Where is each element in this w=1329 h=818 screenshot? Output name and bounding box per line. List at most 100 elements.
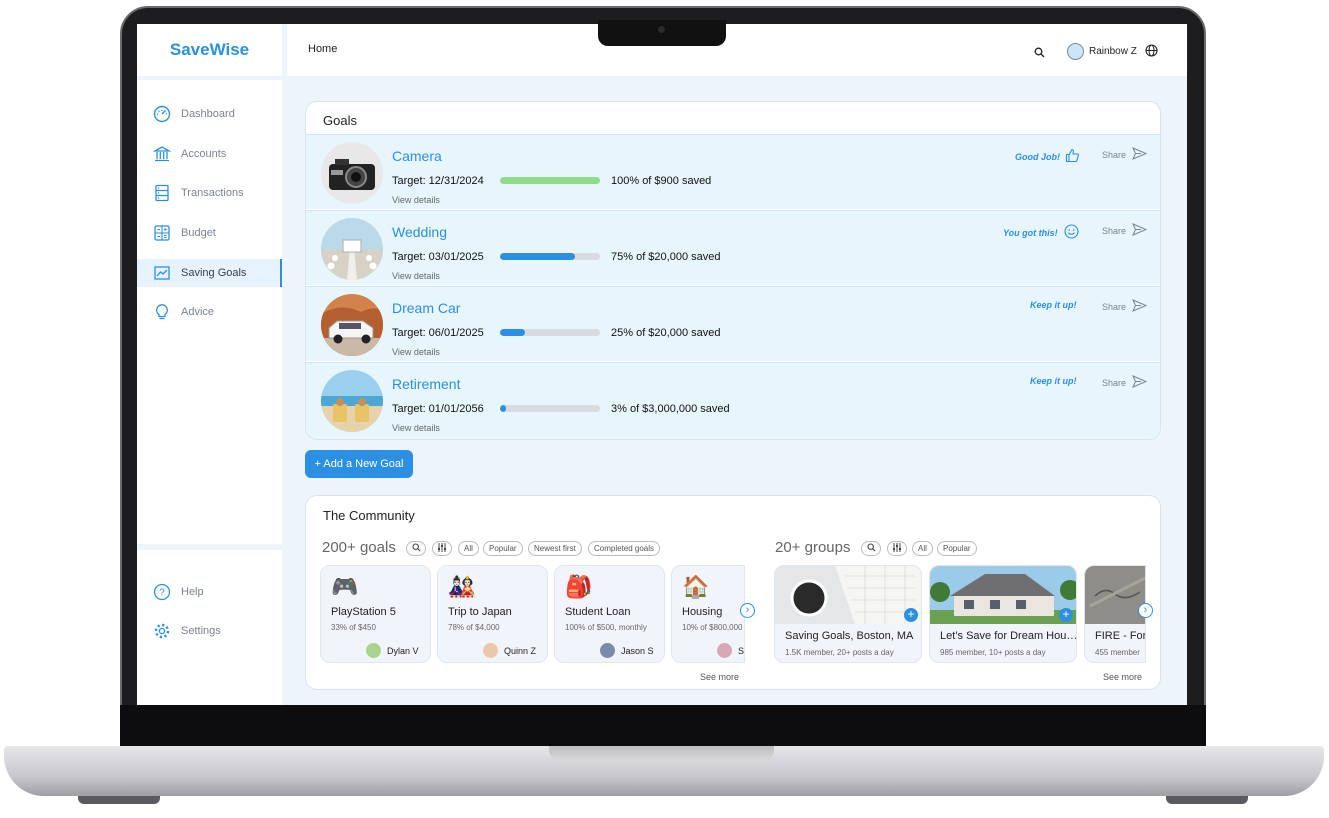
- card-user[interactable]: Jason S: [600, 643, 654, 658]
- globe-icon[interactable]: [1145, 44, 1158, 62]
- groups-chip-all[interactable]: All: [912, 541, 933, 556]
- search-icon: [866, 543, 876, 554]
- goal-cheer: Good Job!: [1015, 148, 1080, 165]
- send-icon: [1132, 223, 1148, 238]
- join-group-plus-icon[interactable]: +: [1059, 608, 1073, 622]
- community-group-card[interactable]: + Let’s Save for Dream Hou… 985 member, …: [929, 565, 1077, 663]
- goals-search-button[interactable]: [406, 541, 426, 556]
- goal-name[interactable]: Wedding: [392, 224, 447, 240]
- goal-name[interactable]: Camera: [392, 148, 442, 164]
- card-title: Trip to Japan: [448, 606, 512, 618]
- goal-row-camera[interactable]: Camera Target: 12/31/2024 100% of $900 s…: [306, 134, 1160, 209]
- goal-row-retirement[interactable]: Retirement Target: 01/01/2056 3% of $3,0…: [306, 362, 1160, 439]
- share-button[interactable]: Share: [1102, 147, 1148, 162]
- house-icon: 🏠: [682, 574, 710, 599]
- goals-chip-all[interactable]: All: [458, 541, 479, 556]
- smiley-icon[interactable]: [1064, 224, 1079, 241]
- goals-chip-completed[interactable]: Completed goals: [588, 541, 661, 556]
- breadcrumb[interactable]: Home: [308, 43, 337, 55]
- goal-cheer: You got this!: [1003, 224, 1079, 241]
- groups-search-button[interactable]: [861, 541, 881, 556]
- goal-progress-bar: [500, 405, 600, 412]
- goal-row-wedding[interactable]: Wedding Target: 03/01/2025 75% of $20,00…: [306, 210, 1160, 285]
- group-title: Let’s Save for Dream Hou…: [940, 630, 1077, 642]
- goal-progress-bar: [500, 329, 600, 336]
- avatar[interactable]: [1067, 43, 1084, 60]
- group-image: [775, 566, 921, 624]
- goals-title: Goals: [323, 113, 357, 128]
- goals-panel: Goals Camera Target: 12/31/2024 100% of …: [305, 101, 1161, 440]
- user-name: S: [738, 645, 745, 656]
- sidebar-item-label: Settings: [181, 625, 221, 637]
- card-user[interactable]: S: [717, 643, 744, 658]
- community-title: The Community: [323, 508, 415, 523]
- community-goal-card[interactable]: 🎒 Student Loan 100% of $500, monthly Jas…: [554, 565, 665, 663]
- group-image: [1085, 566, 1145, 624]
- sidebar-item-budget[interactable]: Budget: [137, 219, 282, 247]
- group-sub: 455 member: [1095, 648, 1140, 657]
- sidebar-item-help[interactable]: ? Help: [137, 578, 282, 606]
- japan-dolls-icon: 🎎: [448, 574, 476, 599]
- goal-name[interactable]: Retirement: [392, 376, 460, 392]
- sidebar-item-label: Help: [181, 586, 204, 598]
- sidebar-item-transactions[interactable]: Transactions: [137, 179, 282, 207]
- groups-next-arrow-icon[interactable]: ›: [1138, 603, 1153, 618]
- sidebar-item-advice[interactable]: Advice: [137, 298, 282, 326]
- sidebar-item-saving-goals[interactable]: Saving Goals: [137, 259, 282, 287]
- sidebar-item-dashboard[interactable]: Dashboard: [137, 100, 282, 128]
- card-user[interactable]: Dylan V: [366, 643, 419, 658]
- community-goal-card[interactable]: 🎮 PlayStation 5 33% of $450 Dylan V: [320, 565, 431, 663]
- goal-row-dream-car[interactable]: Dream Car Target: 06/01/2025 25% of $20,…: [306, 286, 1160, 361]
- avatar: [366, 643, 381, 658]
- sidebar-item-accounts[interactable]: Accounts: [137, 140, 282, 168]
- view-details-link[interactable]: View details: [392, 347, 440, 357]
- user-name: Dylan V: [387, 645, 419, 656]
- card-title: PlayStation 5: [331, 606, 396, 618]
- community-goal-card[interactable]: 🎎 Trip to Japan 78% of $4,000 Quinn Z: [437, 565, 548, 663]
- goal-name[interactable]: Dream Car: [392, 300, 460, 316]
- goal-progress-fill: [500, 329, 525, 336]
- share-label: Share: [1102, 301, 1127, 312]
- community-group-card[interactable]: FIRE - For 455 member: [1084, 565, 1146, 663]
- share-button[interactable]: Share: [1102, 299, 1148, 314]
- goal-target: Target: 12/31/2024: [392, 175, 484, 187]
- user-name[interactable]: Rainbow Z: [1089, 46, 1137, 57]
- goals-next-arrow-icon[interactable]: ›: [740, 603, 755, 618]
- sidebar: Dashboard Accounts Transactions Budget S…: [137, 80, 282, 544]
- community-goal-card[interactable]: 🏠 Housing 10% of $800,000 S: [671, 565, 745, 663]
- goals-chip-newest[interactable]: Newest first: [528, 541, 582, 556]
- view-details-link[interactable]: View details: [392, 271, 440, 281]
- sliders-icon: [892, 543, 902, 554]
- avatar: [600, 643, 615, 658]
- groups-chip-popular[interactable]: Popular: [937, 541, 977, 556]
- chart-line-icon: [153, 264, 171, 282]
- community-group-card[interactable]: + Saving Goals, Boston, MA 1.5K member, …: [774, 565, 922, 663]
- goal-saved: 75% of $20,000 saved: [611, 251, 721, 263]
- camera-notch: [598, 20, 726, 46]
- goals-see-more-link[interactable]: See more: [700, 672, 739, 682]
- share-label: Share: [1102, 149, 1127, 160]
- view-details-link[interactable]: View details: [392, 195, 440, 205]
- goal-target: Target: 01/01/2056: [392, 403, 484, 415]
- add-goal-button[interactable]: + Add a New Goal: [305, 450, 413, 478]
- goal-progress-bar: [500, 253, 600, 260]
- thumbs-up-icon[interactable]: [1065, 148, 1080, 165]
- goal-image-wedding: [321, 218, 383, 280]
- card-user[interactable]: Quinn Z: [483, 643, 536, 658]
- goals-chip-popular[interactable]: Popular: [483, 541, 523, 556]
- goals-count: 200+ goals: [322, 539, 396, 556]
- join-group-plus-icon[interactable]: +: [904, 608, 918, 622]
- share-button[interactable]: Share: [1102, 223, 1148, 238]
- view-details-link[interactable]: View details: [392, 423, 440, 433]
- brand-logo[interactable]: SaveWise: [137, 24, 282, 76]
- card-sub: 33% of $450: [331, 623, 376, 632]
- groups-see-more-link[interactable]: See more: [1103, 672, 1142, 682]
- groups-filter-button[interactable]: [887, 541, 907, 556]
- user-name: Jason S: [621, 645, 654, 656]
- avatar: [483, 643, 498, 658]
- sidebar-item-settings[interactable]: Settings: [137, 617, 282, 645]
- search-icon[interactable]: [1034, 45, 1045, 63]
- share-button[interactable]: Share: [1102, 375, 1148, 390]
- goals-filter-button[interactable]: [432, 541, 452, 556]
- group-image: [930, 566, 1076, 624]
